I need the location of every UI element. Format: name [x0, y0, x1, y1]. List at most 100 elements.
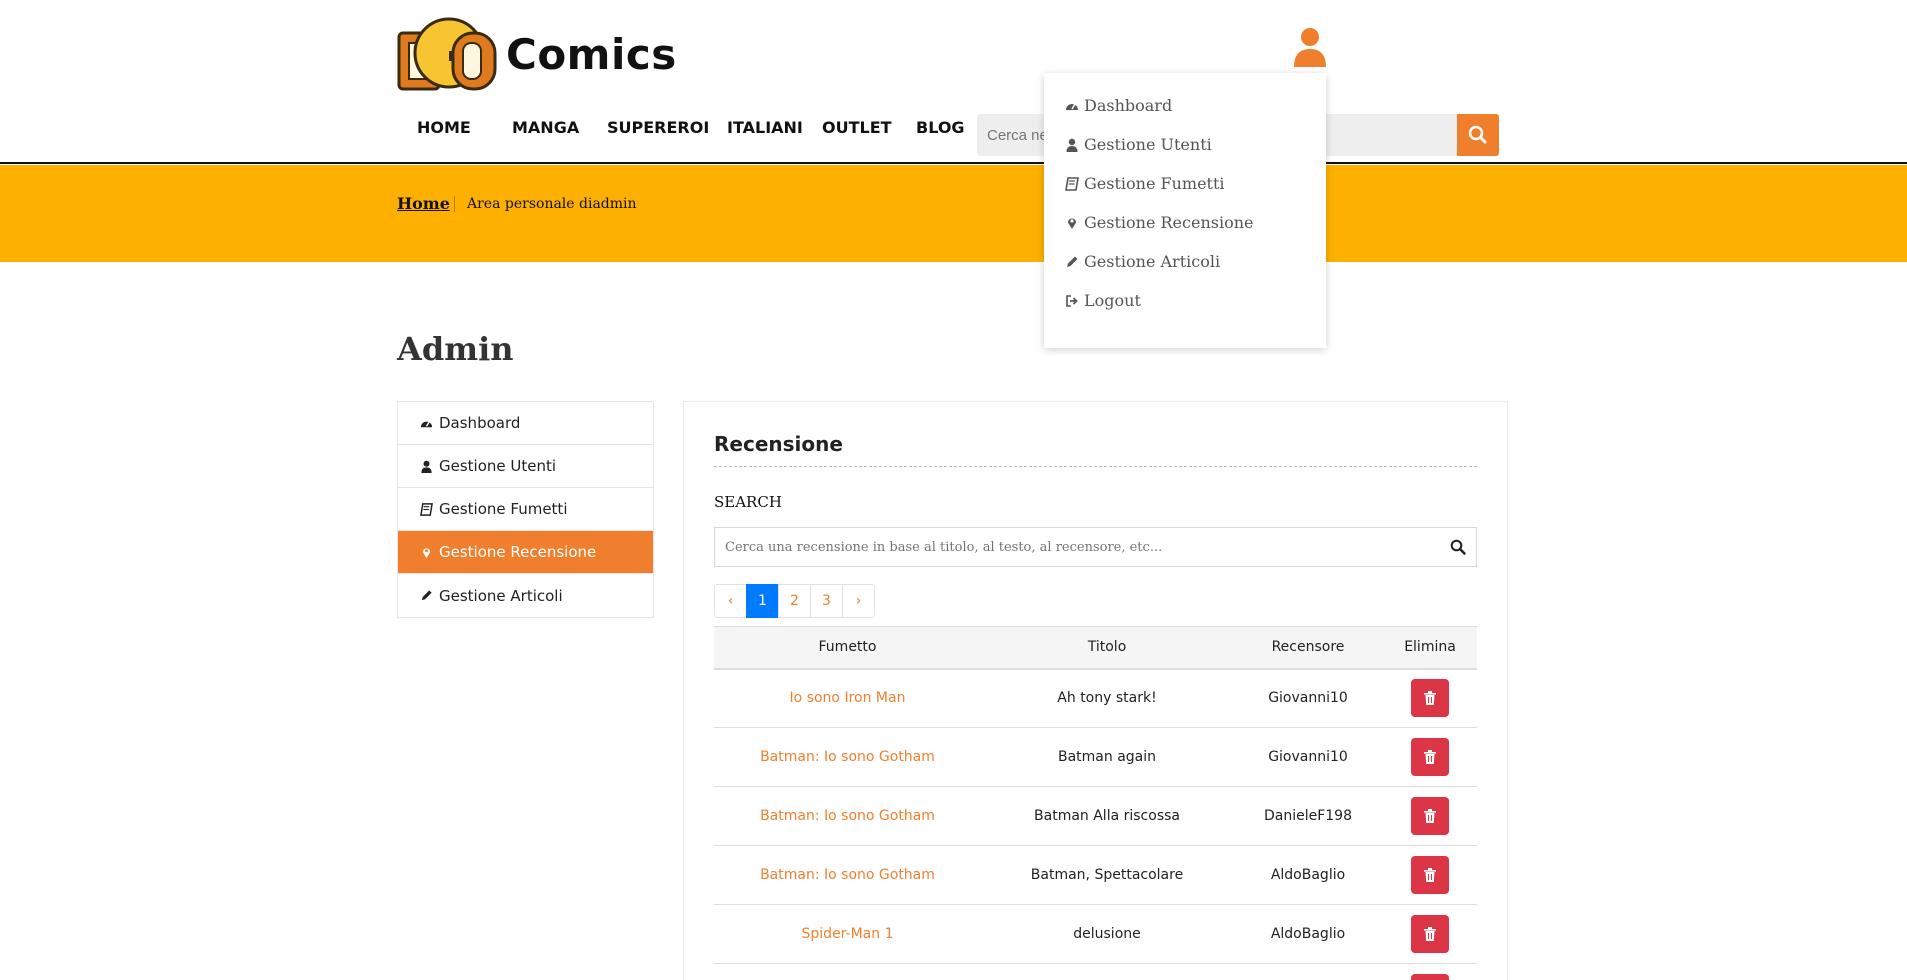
- sidebar-item-label: Gestione Recensione: [439, 543, 597, 561]
- pagination-page-2[interactable]: 2: [778, 584, 811, 618]
- review-author: AldoBaglio: [1233, 845, 1383, 905]
- review-title: Batman again: [981, 727, 1233, 787]
- book-icon: [1065, 176, 1079, 191]
- review-title: Batman Alla riscossa: [981, 786, 1233, 846]
- delete-button[interactable]: [1411, 679, 1449, 718]
- search-icon[interactable]: [1450, 539, 1466, 555]
- sidebar-item-dashboard[interactable]: Dashboard: [398, 402, 653, 445]
- tachometer-icon: [420, 420, 433, 427]
- nav-manga[interactable]: MANGA: [512, 118, 579, 137]
- column-header-elimina: Elimina: [1383, 626, 1477, 670]
- pagination-page-3[interactable]: 3: [810, 584, 843, 618]
- delete-button[interactable]: [1411, 974, 1449, 980]
- review-author: Giovanni10: [1233, 727, 1383, 787]
- dropdown-item-dashboard[interactable]: Dashboard: [1065, 96, 1172, 115]
- breadcrumb-home-link[interactable]: Home: [397, 194, 450, 213]
- sidebar-item-label: Dashboard: [439, 414, 521, 432]
- table-row: Batman: Io sono Gotham Batman Alla risco…: [714, 786, 1477, 846]
- breadcrumb-current: Area personale diadmin: [467, 196, 637, 212]
- dropdown-item-label: Gestione Utenti: [1084, 135, 1212, 154]
- dropdown-item-logout[interactable]: Logout: [1065, 291, 1141, 310]
- reviews-table: Fumetto Titolo Recensore Elimina Io sono…: [714, 626, 1477, 980]
- sidebar-item-gestione-utenti[interactable]: Gestione Utenti: [398, 445, 653, 488]
- search-icon: [1468, 125, 1487, 144]
- sidebar-item-gestione-articoli[interactable]: Gestione Articoli: [398, 574, 653, 617]
- column-header-recensore: Recensore: [1233, 626, 1383, 670]
- review-title: [981, 963, 1233, 980]
- sidebar-item-gestione-recensione[interactable]: Gestione Recensione: [398, 531, 653, 574]
- map-marker-icon: [422, 547, 431, 558]
- user-icon: [421, 460, 432, 473]
- nav-outlet[interactable]: OUTLET: [822, 118, 892, 137]
- table-header-row: Fumetto Titolo Recensore Elimina: [714, 626, 1477, 670]
- logo-text: Comics: [506, 29, 677, 79]
- review-comic-link[interactable]: [714, 963, 981, 980]
- table-row: [714, 963, 1477, 980]
- user-account-icon[interactable]: [1293, 27, 1327, 67]
- review-comic-link[interactable]: Batman: Io sono Gotham: [714, 786, 981, 846]
- delete-button[interactable]: [1411, 915, 1449, 953]
- recensione-panel: Recensione SEARCH ‹ 1 2 3 › Fumetto Tito…: [683, 401, 1508, 980]
- nav-italiani[interactable]: ITALIANI: [727, 118, 803, 137]
- sidebar-item-label: Gestione Fumetti: [439, 500, 568, 518]
- sidebar-item-gestione-fumetti[interactable]: Gestione Fumetti: [398, 488, 653, 531]
- dropdown-item-label: Dashboard: [1084, 96, 1173, 115]
- review-title: Ah tony stark!: [981, 668, 1233, 728]
- dropdown-item-label: Gestione Fumetti: [1084, 174, 1225, 193]
- panel-title: Recensione: [714, 432, 843, 456]
- review-author: DanieleF198: [1233, 786, 1383, 846]
- logo-mark-icon: [397, 17, 497, 91]
- review-comic-link[interactable]: Spider-Man 1: [714, 904, 981, 964]
- nav-blog[interactable]: BLOG: [916, 118, 965, 137]
- dropdown-item-gestione-recensione[interactable]: Gestione Recensione: [1065, 213, 1253, 232]
- table-row: Batman: Io sono Gotham Batman again Giov…: [714, 727, 1477, 787]
- dropdown-item-gestione-fumetti[interactable]: Gestione Fumetti: [1065, 174, 1225, 193]
- review-search-input[interactable]: [715, 528, 1435, 566]
- review-comic-link[interactable]: Batman: Io sono Gotham: [714, 845, 981, 905]
- nav-home[interactable]: HOME: [417, 118, 471, 137]
- dropdown-item-label: Logout: [1084, 291, 1141, 310]
- delete-button[interactable]: [1411, 797, 1449, 835]
- site-search-button[interactable]: [1457, 114, 1499, 156]
- breadcrumb-band: [0, 165, 1907, 262]
- column-header-fumetto: Fumetto: [714, 626, 981, 670]
- pagination-page-1[interactable]: 1: [746, 584, 779, 618]
- review-author: Giovanni10: [1233, 668, 1383, 728]
- trash-icon: [1424, 927, 1436, 941]
- pagination-next[interactable]: ›: [842, 584, 875, 618]
- dropdown-item-gestione-utenti[interactable]: Gestione Utenti: [1065, 135, 1212, 154]
- trash-icon: [1424, 868, 1436, 882]
- table-row: Spider-Man 1 delusione AldoBaglio: [714, 904, 1477, 964]
- review-title: Batman, Spettacolare: [981, 845, 1233, 905]
- page-title: Admin: [397, 330, 514, 368]
- dropdown-item-gestione-articoli[interactable]: Gestione Articoli: [1065, 252, 1220, 271]
- table-row: Batman: Io sono Gotham Batman, Spettacol…: [714, 845, 1477, 905]
- review-search: [714, 527, 1477, 567]
- site-header: Comics HOME MANGA SUPEREROI ITALIANI OUT…: [0, 0, 1907, 164]
- table-row: Io sono Iron Man Ah tony stark! Giovanni…: [714, 668, 1477, 728]
- review-comic-link[interactable]: Io sono Iron Man: [714, 668, 981, 728]
- delete-button[interactable]: [1411, 738, 1449, 776]
- pagination-prev[interactable]: ‹: [714, 584, 747, 618]
- column-header-titolo: Titolo: [981, 626, 1233, 670]
- sidebar-item-label: Gestione Utenti: [439, 457, 557, 475]
- trash-icon: [1424, 691, 1436, 706]
- review-author: [1233, 963, 1383, 980]
- sign-out-icon: [1066, 294, 1078, 307]
- review-comic-link[interactable]: Batman: Io sono Gotham: [714, 727, 981, 787]
- book-icon: [420, 502, 433, 516]
- nav-supereroi[interactable]: SUPEREROI: [607, 118, 709, 137]
- user-dropdown-menu: Dashboard Gestione Utenti Gestione Fumet…: [1044, 73, 1326, 348]
- delete-button[interactable]: [1411, 856, 1449, 894]
- pencil-icon: [1067, 256, 1078, 267]
- map-marker-icon: [1068, 218, 1076, 229]
- breadcrumb-separator: [454, 196, 455, 212]
- pagination: ‹ 1 2 3 ›: [714, 584, 875, 618]
- trash-icon: [1424, 750, 1436, 764]
- tachometer-icon: [1066, 103, 1078, 110]
- site-logo[interactable]: Comics: [397, 14, 677, 94]
- user-icon: [1066, 138, 1078, 152]
- trash-icon: [1424, 809, 1436, 823]
- review-author: AldoBaglio: [1233, 904, 1383, 964]
- search-label: SEARCH: [714, 493, 782, 511]
